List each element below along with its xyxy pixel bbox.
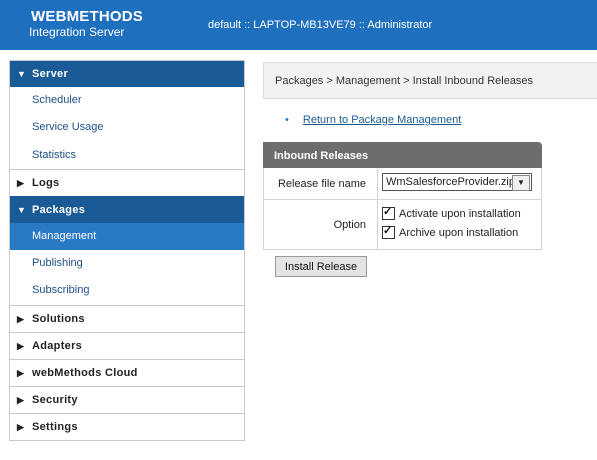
chevron-down-icon[interactable]: ▼ (512, 175, 530, 191)
app-header: WEBMETHODS Integration Server default ::… (0, 0, 597, 50)
option-row: Option Activate upon installation Archiv… (263, 200, 542, 250)
brand-subtitle: Integration Server (29, 25, 125, 39)
server-context: default :: LAPTOP-MB13VE79 :: Administra… (208, 19, 433, 31)
brand-logo[interactable]: WEBMETHODS Integration Server (29, 8, 143, 40)
section-label: Security (32, 393, 78, 406)
panel-title: Inbound Releases (263, 142, 542, 168)
sidebar-item-scheduler[interactable]: Scheduler (10, 87, 244, 114)
activate-checkbox[interactable] (382, 205, 395, 220)
sidebar-section-security[interactable]: ▶ Security (10, 385, 244, 413)
caret-down-icon: ▼ (17, 204, 27, 215)
caret-right-icon: ▶ (17, 367, 25, 378)
section-label: webMethods Cloud (32, 366, 138, 379)
brand-title: WEBMETHODS (31, 8, 143, 25)
install-release-button[interactable]: Install Release (275, 256, 367, 277)
archive-label: Archive upon installation (399, 226, 519, 239)
caret-right-icon: ▶ (17, 421, 25, 432)
sidebar-section-settings[interactable]: ▶ Settings (10, 412, 244, 440)
sidebar-section-logs[interactable]: ▶ Logs (10, 168, 244, 196)
inbound-releases-panel: Inbound Releases Release file name WmSal… (263, 142, 542, 250)
caret-right-icon: ▶ (17, 177, 25, 188)
return-link-row: • Return to Package Management (285, 114, 461, 126)
caret-down-icon: ▼ (17, 69, 27, 79)
return-to-package-management-link[interactable]: Return to Package Management (303, 114, 461, 126)
sidebar-item-statistics[interactable]: Statistics (10, 142, 244, 169)
release-file-select[interactable]: WmSalesforceProvider.zip ▼ (382, 173, 532, 191)
release-file-label: Release file name (264, 168, 378, 199)
activate-option[interactable]: Activate upon installation (382, 204, 541, 223)
caret-right-icon: ▶ (17, 340, 25, 351)
section-label: Logs (32, 176, 60, 189)
release-file-value: WmSalesforceProvider.zip (386, 176, 515, 188)
section-label: Server (32, 68, 69, 80)
activate-label: Activate upon installation (399, 207, 521, 220)
release-file-row: Release file name WmSalesforceProvider.z… (263, 168, 542, 200)
sidebar-section-webmethods-cloud[interactable]: ▶ webMethods Cloud (10, 358, 244, 386)
caret-right-icon: ▶ (17, 313, 25, 324)
section-label: Packages (32, 203, 86, 216)
option-label: Option (264, 200, 378, 249)
section-label: Adapters (32, 339, 83, 352)
breadcrumb: Packages > Management > Install Inbound … (263, 62, 597, 99)
archive-checkbox[interactable] (382, 224, 395, 239)
caret-right-icon: ▶ (17, 394, 25, 405)
sidebar-section-server[interactable]: ▼ Server (10, 61, 244, 87)
sidebar-item-service-usage[interactable]: Service Usage (10, 114, 244, 141)
bullet-icon: • (285, 114, 289, 126)
sidebar-section-packages[interactable]: ▼ Packages (10, 195, 244, 223)
section-label: Solutions (32, 312, 85, 325)
sidebar-section-adapters[interactable]: ▶ Adapters (10, 331, 244, 359)
sidebar-nav: ▼ Server Scheduler Service Usage Statist… (9, 60, 245, 441)
sidebar-item-subscribing[interactable]: Subscribing (10, 277, 244, 304)
section-label: Settings (32, 420, 78, 433)
archive-option[interactable]: Archive upon installation (382, 223, 541, 242)
sidebar-item-publishing[interactable]: Publishing (10, 250, 244, 277)
sidebar-section-solutions[interactable]: ▶ Solutions (10, 304, 244, 332)
sidebar-item-management[interactable]: Management (10, 222, 244, 251)
